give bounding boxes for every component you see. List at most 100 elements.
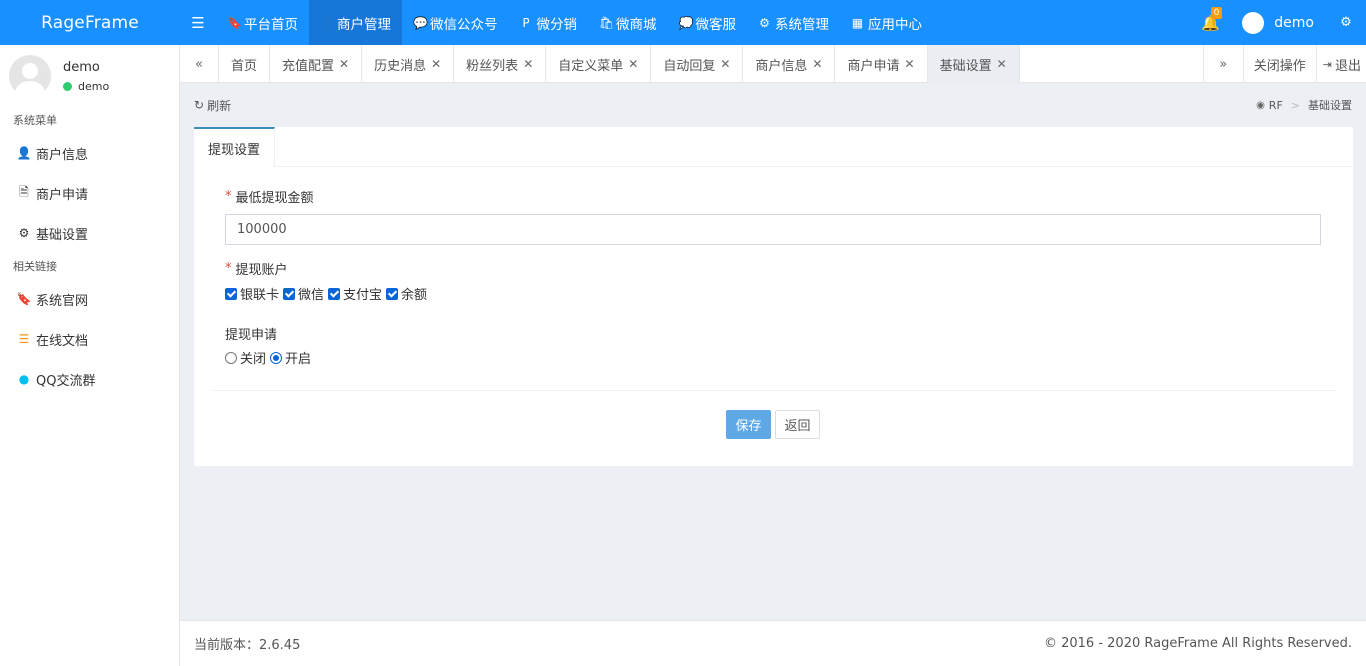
withdraw-form: * 最低提现金额 100000 * 提现账户 银联卡 微信 支付宝 余额 提现申请 关闭 开… (225, 187, 1321, 367)
file-text-icon: 🗎 (19, 184, 29, 199)
nav-item-label: 微商城 (616, 16, 657, 33)
refresh-button[interactable]: ↻ 刷新 (194, 97, 231, 114)
save-button[interactable]: 保存 (726, 410, 771, 439)
tabs-scroll-left-icon[interactable]: « (180, 45, 219, 83)
copyright-text: © 2016 - 2020 RageFrame All Rights Reser… (1043, 636, 1352, 651)
checkbox-icon[interactable] (328, 287, 341, 300)
nav-item-3[interactable]: P 微分销 (509, 0, 589, 45)
nav-item-label: 平台首页 (244, 16, 298, 33)
account-checkbox-3[interactable]: 余额 (386, 284, 427, 303)
breadcrumb-root[interactable]: RF (1269, 99, 1283, 112)
close-icon[interactable]: ✕ (812, 57, 822, 71)
checkbox-icon[interactable] (386, 287, 399, 300)
tab-8[interactable]: 基础设置 ✕ (927, 45, 1020, 83)
close-icon[interactable]: ✕ (431, 57, 441, 71)
logout-button[interactable]: ⇥ 退出 (1315, 45, 1366, 83)
nav-item-2[interactable]: 💬 微信公众号 (402, 0, 509, 45)
radio-icon[interactable] (270, 351, 283, 364)
checkbox-label: 支付宝 (343, 288, 383, 303)
tab-6[interactable]: 商户信息 ✕ (743, 45, 836, 83)
tab-1[interactable]: 充值配置 ✕ (270, 45, 363, 83)
settings-cogs-icon[interactable]: ⚙ (1326, 0, 1366, 45)
back-button[interactable]: 返回 (775, 410, 820, 439)
sidebar-item-0[interactable]: 🔖 系统官网 (0, 279, 179, 319)
checkbox-label: 银联卡 (240, 288, 280, 303)
comments-icon: 💭 (678, 15, 694, 30)
user-plus-icon: 👤 (16, 146, 32, 160)
radio-icon[interactable] (225, 351, 237, 364)
account-checkbox-1[interactable]: 微信 (283, 284, 324, 303)
tabs-bar: « 首页 充值配置 ✕ 历史消息 ✕ 粉丝列表 ✕ 自定义菜单 ✕ 自动回复 ✕ 商户信息 ✕ 商户申请 ✕… (180, 45, 1366, 83)
nav-item-label: 系统管理 (775, 16, 829, 33)
nav-item-1[interactable]: 👤 商户管理 (309, 0, 402, 45)
cogs-icon: ⚙ (759, 15, 770, 30)
sidebar-item-1[interactable]: ☰ 在线文档 (0, 319, 179, 359)
close-icon[interactable]: ✕ (720, 57, 730, 71)
tab-label: 粉丝列表 (466, 58, 519, 74)
nav-item-label: 商户管理 (337, 16, 391, 33)
notification-bell-icon[interactable]: 🔔 0 (1190, 0, 1230, 45)
min-amount-input[interactable]: 100000 (225, 214, 1321, 245)
sidebar-item-label: 商户信息 (36, 147, 89, 163)
brand-logo[interactable]: RageFrame (0, 0, 180, 45)
radio-label: 开启 (285, 352, 312, 367)
radio-label: 关闭 (240, 352, 267, 367)
tab-5[interactable]: 自动回复 ✕ (651, 45, 744, 83)
bookmark-icon: 🔖 (16, 292, 32, 306)
account-checkbox-2[interactable]: 支付宝 (328, 284, 382, 303)
tab-withdraw-settings[interactable]: 提现设置 (194, 127, 276, 167)
tab-4[interactable]: 自定义菜单 ✕ (546, 45, 652, 83)
checkbox-icon[interactable] (283, 287, 296, 300)
close-icon[interactable]: ✕ (339, 57, 349, 71)
close-icon[interactable]: ✕ (628, 57, 638, 71)
tab-0[interactable]: 首页 (219, 45, 271, 83)
close-operations-button[interactable]: 关闭操作 (1242, 45, 1316, 83)
sidebar-item-label: 商户申请 (36, 187, 89, 203)
nav-item-4[interactable]: 🛍 微商城 (588, 0, 668, 45)
apply-radio-1[interactable]: 开启 (270, 348, 311, 367)
list-icon: ☰ (18, 332, 30, 346)
tab-2[interactable]: 历史消息 ✕ (362, 45, 455, 83)
nav-item-label: 应用中心 (868, 16, 922, 33)
close-icon[interactable]: ✕ (905, 57, 915, 71)
nav-item-6[interactable]: ⚙ 系统管理 (747, 0, 840, 45)
top-header: RageFrame ☰ 🔖 平台首页 👤 商户管理 💬 微信公众号 P 微分销 🛍 微商城 💭 微客服… (0, 0, 1366, 45)
tab-7[interactable]: 商户申请 ✕ (835, 45, 928, 83)
form-divider (211, 390, 1336, 391)
sidebar-item-2[interactable]: ● QQ交流群 (0, 359, 179, 399)
content-header: ↻ 刷新 ◉ RF > 基础设置 (194, 95, 1352, 115)
tab-3[interactable]: 粉丝列表 ✕ (454, 45, 547, 83)
logout-label: 退出 (1334, 58, 1361, 74)
apply-radio-0[interactable]: 关闭 (225, 348, 266, 367)
sidebar-item-0[interactable]: 👤 商户信息 (0, 133, 179, 173)
settings-box: 提现设置 * 最低提现金额 100000 * 提现账户 银联卡 微信 支付宝 余额 提现申… (194, 127, 1353, 466)
nav-item-7[interactable]: ▦ 应用中心 (840, 0, 933, 45)
sidebar: demo demo 系统菜单 👤 商户信息 🗎 商户申请 ⚙ 基础设置 相关链接 🔖 系统官… (0, 45, 180, 666)
tab-label: 首页 (231, 58, 258, 74)
refresh-icon: ↻ (194, 98, 205, 112)
tabs-scroll-right-icon[interactable]: » (1202, 45, 1243, 83)
nav-item-label: 微客服 (695, 16, 737, 33)
top-user-menu[interactable]: demo (1230, 0, 1326, 45)
checkbox-icon[interactable] (225, 287, 237, 300)
tab-label: 自动回复 (663, 58, 716, 74)
sidebar-item-2[interactable]: ⚙ 基础设置 (0, 213, 179, 253)
menu-toggle-icon[interactable]: ☰ (180, 0, 216, 45)
apply-label: 提现申请 (225, 328, 278, 343)
nav-item-5[interactable]: 💭 微客服 (668, 0, 748, 45)
nav-item-0[interactable]: 🔖 平台首页 (216, 0, 309, 45)
tab-label: 历史消息 (374, 58, 427, 74)
shopping-bag-icon: 🛍 (599, 15, 615, 30)
nav-item-label: 微信公众号 (430, 16, 498, 33)
close-icon[interactable]: ✕ (523, 57, 533, 71)
close-icon[interactable]: ✕ (997, 57, 1007, 71)
breadcrumb: ◉ RF > 基础设置 (1256, 98, 1352, 113)
user-panel: demo demo (0, 45, 179, 107)
sidebar-item-label: 在线文档 (36, 333, 89, 349)
tab-label: 充值配置 (282, 58, 335, 74)
avatar (1242, 11, 1265, 34)
sidebar-item-1[interactable]: 🗎 商户申请 (0, 173, 179, 213)
wechat-icon: 💬 (413, 15, 428, 30)
sidebar-user-name: demo (63, 59, 100, 75)
account-checkbox-0[interactable]: 银联卡 (225, 284, 279, 303)
